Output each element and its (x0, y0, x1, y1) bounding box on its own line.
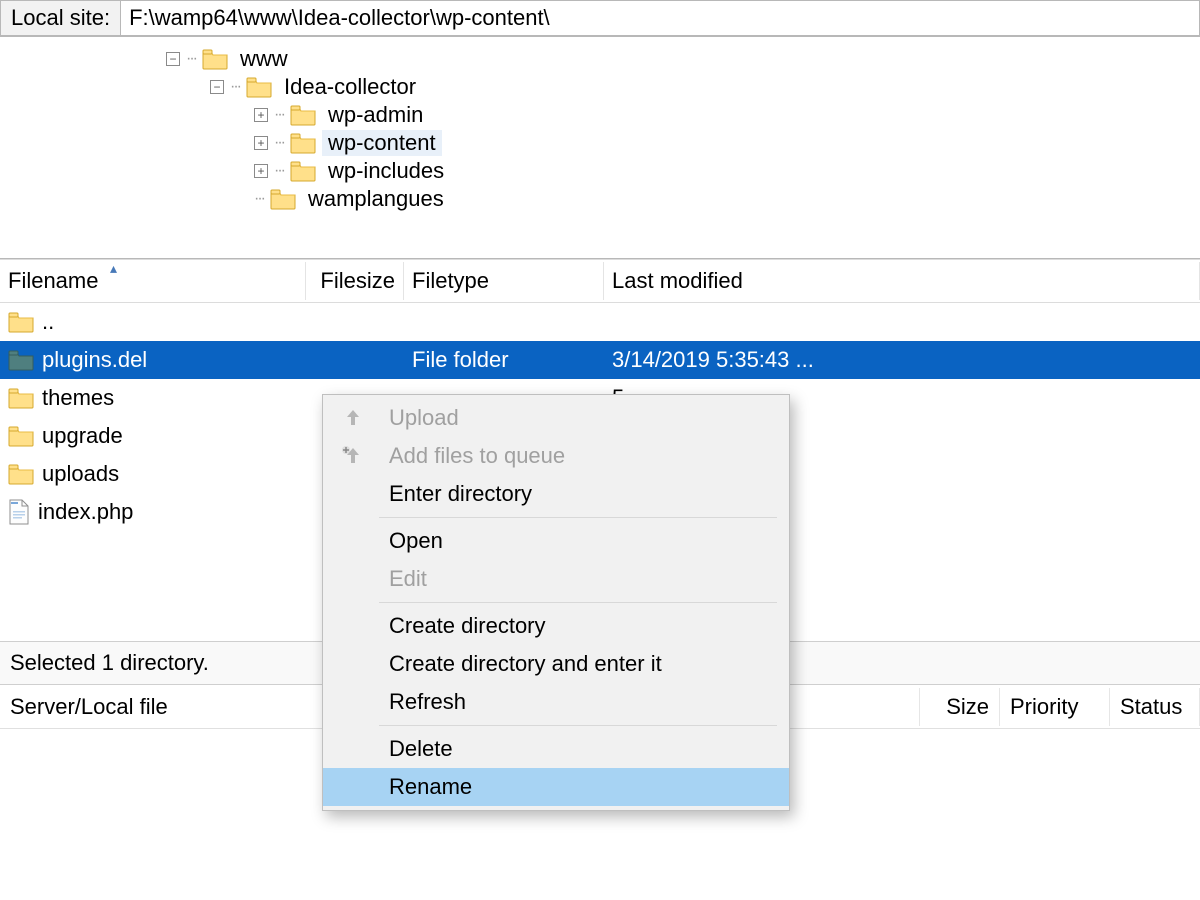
menu-label: Create directory and enter it (389, 651, 775, 677)
menu-separator (379, 725, 777, 726)
column-filename[interactable]: ▴ Filename (0, 262, 306, 300)
menu-label: Refresh (389, 689, 775, 715)
folder-icon (290, 160, 316, 182)
address-input[interactable] (120, 0, 1200, 36)
file-icon (8, 499, 30, 525)
tree-item[interactable]: ··· wamplangues (10, 185, 1200, 213)
tree-item-label: wamplangues (302, 186, 450, 212)
folder-icon (202, 48, 228, 70)
menu-label: Create directory (389, 613, 775, 639)
file-name: themes (42, 385, 114, 411)
collapse-icon[interactable]: − (210, 80, 224, 94)
folder-icon (290, 132, 316, 154)
context-menu[interactable]: Upload Add files to queue Enter directory O… (322, 394, 790, 811)
folder-icon (8, 349, 34, 371)
xfer-col-priority[interactable]: Priority (1000, 688, 1110, 726)
menu-enter-directory[interactable]: Enter directory (323, 475, 789, 513)
menu-label: Rename (389, 774, 775, 800)
column-filename-label: Filename (8, 268, 98, 293)
menu-label: Open (389, 528, 775, 554)
tree-connector: ··· (230, 78, 240, 96)
folder-icon (290, 104, 316, 126)
menu-separator (379, 602, 777, 603)
menu-label: Enter directory (389, 481, 775, 507)
file-name: .. (42, 309, 54, 335)
tree-connector: ··· (274, 134, 284, 152)
file-list-header[interactable]: ▴ Filename Filesize Filetype Last modifi… (0, 259, 1200, 303)
folder-icon (270, 188, 296, 210)
tree-connector: ··· (186, 50, 196, 68)
file-name: upgrade (42, 423, 123, 449)
menu-label: Edit (389, 566, 775, 592)
tree-item-label: www (234, 46, 294, 72)
xfer-col-status[interactable]: Status (1110, 688, 1200, 726)
folder-icon (8, 311, 34, 333)
tree-item-label: wp-includes (322, 158, 450, 184)
column-filetype[interactable]: Filetype (404, 262, 604, 300)
file-name: uploads (42, 461, 119, 487)
column-last-modified[interactable]: Last modified (604, 262, 1200, 300)
upload-icon (341, 406, 365, 430)
folder-icon (8, 425, 34, 447)
file-row[interactable]: .. (0, 303, 1200, 341)
folder-icon (8, 463, 34, 485)
menu-label: Upload (389, 405, 775, 431)
file-name: plugins.del (42, 347, 147, 373)
menu-create-directory-and-enter-it[interactable]: Create directory and enter it (323, 645, 789, 683)
menu-refresh[interactable]: Refresh (323, 683, 789, 721)
menu-upload: Upload (323, 399, 789, 437)
tree-item[interactable]: + ··· wp-admin (10, 101, 1200, 129)
address-label: Local site: (0, 0, 120, 36)
menu-delete[interactable]: Delete (323, 730, 789, 768)
menu-create-directory[interactable]: Create directory (323, 607, 789, 645)
tree-item[interactable]: + ··· wp-content (10, 129, 1200, 157)
file-row[interactable]: plugins.del File folder3/14/2019 5:35:43 … (0, 341, 1200, 379)
tree-connector: ··· (274, 106, 284, 124)
menu-open[interactable]: Open (323, 522, 789, 560)
tree-item-label: wp-admin (322, 102, 429, 128)
tree-item[interactable]: −··· Idea-collector (10, 73, 1200, 101)
column-filesize[interactable]: Filesize (306, 262, 404, 300)
tree-item-label: Idea-collector (278, 74, 422, 100)
folder-icon (246, 76, 272, 98)
menu-label: Delete (389, 736, 775, 762)
menu-separator (379, 517, 777, 518)
add-queue-icon (341, 444, 365, 468)
menu-label: Add files to queue (389, 443, 775, 469)
sort-asc-icon: ▴ (110, 260, 117, 277)
expand-icon[interactable]: + (254, 164, 268, 178)
folder-tree[interactable]: −···www−···Idea-collector+···wp-admin+··… (0, 37, 1200, 259)
expand-icon[interactable]: + (254, 108, 268, 122)
tree-connector: ··· (274, 162, 284, 180)
file-type: File folder (404, 347, 604, 373)
tree-item[interactable]: + ··· wp-includes (10, 157, 1200, 185)
menu-edit: Edit (323, 560, 789, 598)
file-modified: 3/14/2019 5:35:43 ... (604, 347, 1200, 373)
menu-add-files-to-queue: Add files to queue (323, 437, 789, 475)
address-bar: Local site: (0, 0, 1200, 37)
expand-icon[interactable]: + (254, 136, 268, 150)
folder-icon (8, 387, 34, 409)
xfer-col-size[interactable]: Size (920, 688, 1000, 726)
tree-item[interactable]: −··· www (10, 45, 1200, 73)
tree-item-label: wp-content (322, 130, 442, 156)
file-name: index.php (38, 499, 133, 525)
menu-rename[interactable]: Rename (323, 768, 789, 806)
tree-connector: ··· (254, 190, 264, 208)
collapse-icon[interactable]: − (166, 52, 180, 66)
